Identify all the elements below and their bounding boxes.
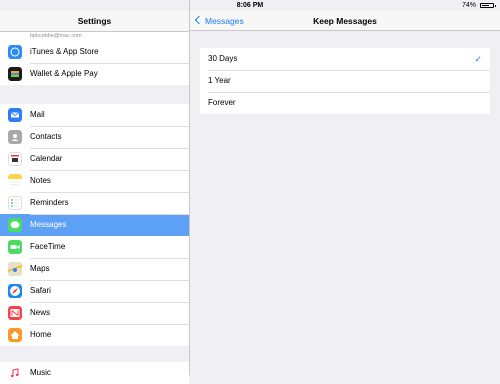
sidebar-item-wallet-apple-pay[interactable]: Wallet & Apple Pay <box>0 63 189 85</box>
safari-icon <box>8 284 22 298</box>
sidebar-item-label: Maps <box>30 264 50 273</box>
sidebar-group-media: Music <box>0 362 189 384</box>
sidebar-item-label: Mail <box>30 110 45 119</box>
sidebar-group-accounts: bpkcebbe@mac.com iTunes & App Store Walle… <box>0 32 189 85</box>
sidebar-item-music[interactable]: Music <box>0 362 189 384</box>
sidebar-item-label: Safari <box>30 286 51 295</box>
sidebar-item-label: Messages <box>30 220 67 229</box>
sidebar-item-messages[interactable]: Messages <box>0 214 189 236</box>
option-label: 1 Year <box>208 76 231 85</box>
option-label: 30 Days <box>208 54 238 63</box>
sidebar-title: Settings <box>0 11 189 32</box>
facetime-icon <box>8 240 22 254</box>
sidebar-item-label: News <box>30 308 51 317</box>
sidebar-item-home[interactable]: Home <box>0 324 189 346</box>
keep-messages-options: 30 Days ✓ 1 Year Forever <box>200 48 490 114</box>
music-icon <box>8 366 22 380</box>
sidebar-item-news[interactable]: News <box>0 302 189 324</box>
app-store-icon <box>8 45 22 59</box>
page-title: Keep Messages <box>313 16 377 26</box>
home-icon <box>8 328 22 342</box>
sidebar-item-contacts[interactable]: Contacts <box>0 126 189 148</box>
sidebar-item-label: Reminders <box>30 198 69 207</box>
sidebar-item-label: FaceTime <box>30 242 66 251</box>
sidebar-item-label: Music <box>30 368 51 377</box>
option-30-days[interactable]: 30 Days ✓ <box>200 48 490 70</box>
sidebar-item-label: Contacts <box>30 132 62 141</box>
maps-icon <box>8 262 22 276</box>
sidebar-item-label: iTunes & App Store <box>30 47 99 56</box>
wallet-icon <box>8 67 22 81</box>
calendar-icon <box>8 152 22 166</box>
detail-navbar: Messages Keep Messages <box>190 11 500 31</box>
option-label: Forever <box>208 98 236 107</box>
battery-percentage: 74% <box>461 2 476 9</box>
sidebar-item-label: Wallet & Apple Pay <box>30 69 98 78</box>
sidebar-item-calendar[interactable]: Calendar <box>0 148 189 170</box>
messages-icon <box>8 218 22 232</box>
news-icon <box>8 306 22 320</box>
settings-sidebar: Settings bpkcebbe@mac.com iTunes & App S… <box>0 0 190 384</box>
sidebar-item-maps[interactable]: Maps <box>0 258 189 280</box>
sidebar-item-label: Notes <box>30 176 51 185</box>
sidebar-item-itunes-app-store[interactable]: iTunes & App Store <box>0 41 189 63</box>
sidebar-group-apps: Mail Contacts Calendar Notes Reminders Messag… <box>0 104 189 346</box>
sidebar-item-label: Calendar <box>30 154 63 163</box>
contacts-icon <box>8 130 22 144</box>
notes-icon <box>8 174 22 188</box>
option-1-year[interactable]: 1 Year <box>200 70 490 92</box>
mail-icon <box>8 108 22 122</box>
checkmark-icon: ✓ <box>474 54 482 64</box>
option-forever[interactable]: Forever <box>200 92 490 114</box>
sidebar-item-label: Home <box>30 330 52 339</box>
apple-id-row[interactable]: bpkcebbe@mac.com <box>0 32 189 41</box>
sidebar-item-safari[interactable]: Safari <box>0 280 189 302</box>
reminders-icon <box>8 196 22 210</box>
sidebar-item-notes[interactable]: Notes <box>0 170 189 192</box>
battery-icon <box>480 3 496 8</box>
account-email: bpkcebbe@mac.com <box>30 33 82 39</box>
sidebar-item-mail[interactable]: Mail <box>0 104 189 126</box>
sidebar-item-reminders[interactable]: Reminders <box>0 192 189 214</box>
sidebar-item-facetime[interactable]: FaceTime <box>0 236 189 258</box>
